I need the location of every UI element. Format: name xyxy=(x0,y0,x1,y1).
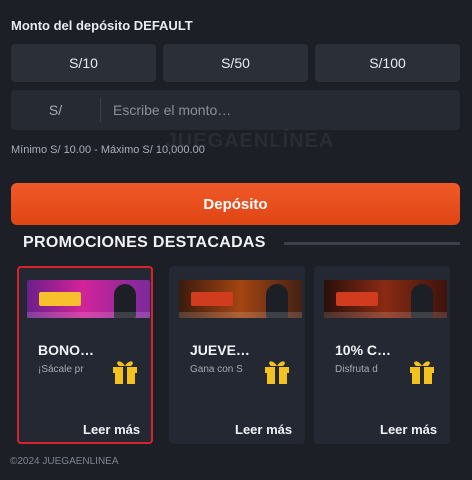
read-more-link[interactable]: Leer más xyxy=(235,422,292,437)
read-more-link[interactable]: Leer más xyxy=(83,422,140,437)
promotions-heading: PROMOCIONES DESTACADAS xyxy=(23,234,266,251)
promo-card-cashback[interactable]: 10% C… Disfruta d Leer más xyxy=(314,266,450,444)
promo-card-desc: ¡Sácale pr xyxy=(38,364,84,375)
amount-100-button[interactable]: S/100 xyxy=(315,44,460,82)
promo-banner-image xyxy=(27,280,150,318)
promo-card-bono[interactable]: BONO… ¡Sácale pr Leer más xyxy=(17,266,153,444)
promo-banner-image xyxy=(179,280,302,318)
promo-banner-image xyxy=(324,280,447,318)
deposit-limits: Mínimo S/ 10.00 - Máximo S/ 10,000.00 xyxy=(11,144,205,156)
amount-10-button[interactable]: S/10 xyxy=(11,44,156,82)
deposit-button[interactable]: Depósito xyxy=(11,183,460,225)
promo-card-title: JUEVE… xyxy=(190,342,250,358)
deposit-title: Monto del depósito DEFAULT xyxy=(11,18,193,33)
promotions-carousel: BONO… ¡Sácale pr Leer más JUEVE… Gana co… xyxy=(17,266,457,446)
amount-input[interactable] xyxy=(101,90,460,130)
promo-card-desc: Disfruta d xyxy=(335,364,378,375)
read-more-link[interactable]: Leer más xyxy=(380,422,437,437)
footer-copyright: ©2024 JUEGAENLINEA xyxy=(10,456,119,467)
heading-divider xyxy=(284,242,460,245)
promo-card-title: 10% C… xyxy=(335,342,392,358)
promo-card-desc: Gana con S xyxy=(190,364,243,375)
currency-label: S/ xyxy=(11,98,101,122)
quick-amount-row: S/10 S/50 S/100 xyxy=(11,44,460,82)
gift-icon xyxy=(410,361,434,384)
amount-input-row: S/ xyxy=(11,90,460,130)
gift-icon xyxy=(265,361,289,384)
promo-card-title: BONO… xyxy=(38,342,94,358)
promo-card-jueves[interactable]: JUEVE… Gana con S Leer más xyxy=(169,266,305,444)
gift-icon xyxy=(113,361,137,384)
amount-50-button[interactable]: S/50 xyxy=(163,44,308,82)
